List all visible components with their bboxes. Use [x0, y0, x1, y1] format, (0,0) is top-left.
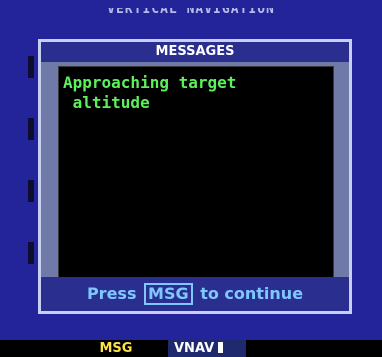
- bezel-marker: [28, 56, 34, 78]
- messages-header: MESSAGES: [41, 42, 349, 62]
- bezel-marker: [28, 118, 34, 140]
- messages-dialog: MESSAGES Approaching target altitude Pre…: [38, 39, 352, 314]
- messages-body: Approaching target altitude: [58, 66, 334, 280]
- softkey-vnav-label: VNAV: [174, 341, 215, 356]
- message-text: Approaching target altitude: [63, 73, 237, 112]
- softkey-msg[interactable]: MSG: [72, 340, 160, 357]
- softkey-vnav[interactable]: VNAV: [168, 340, 246, 357]
- messages-footer: Press MSG to continue: [41, 277, 349, 311]
- title-clip: [0, 0, 382, 8]
- bezel-marker: [28, 180, 34, 202]
- msg-key-label[interactable]: MSG: [144, 283, 193, 305]
- footer-prefix: Press: [86, 284, 137, 303]
- softkey-bar: MSG VNAV: [0, 340, 382, 357]
- footer-suffix: to continue: [200, 284, 304, 303]
- display-screen: VERTICAL NAVIGATION MESSAGES Approaching…: [0, 0, 382, 340]
- bezel-marker: [28, 242, 34, 264]
- cursor-block-icon: [218, 342, 224, 353]
